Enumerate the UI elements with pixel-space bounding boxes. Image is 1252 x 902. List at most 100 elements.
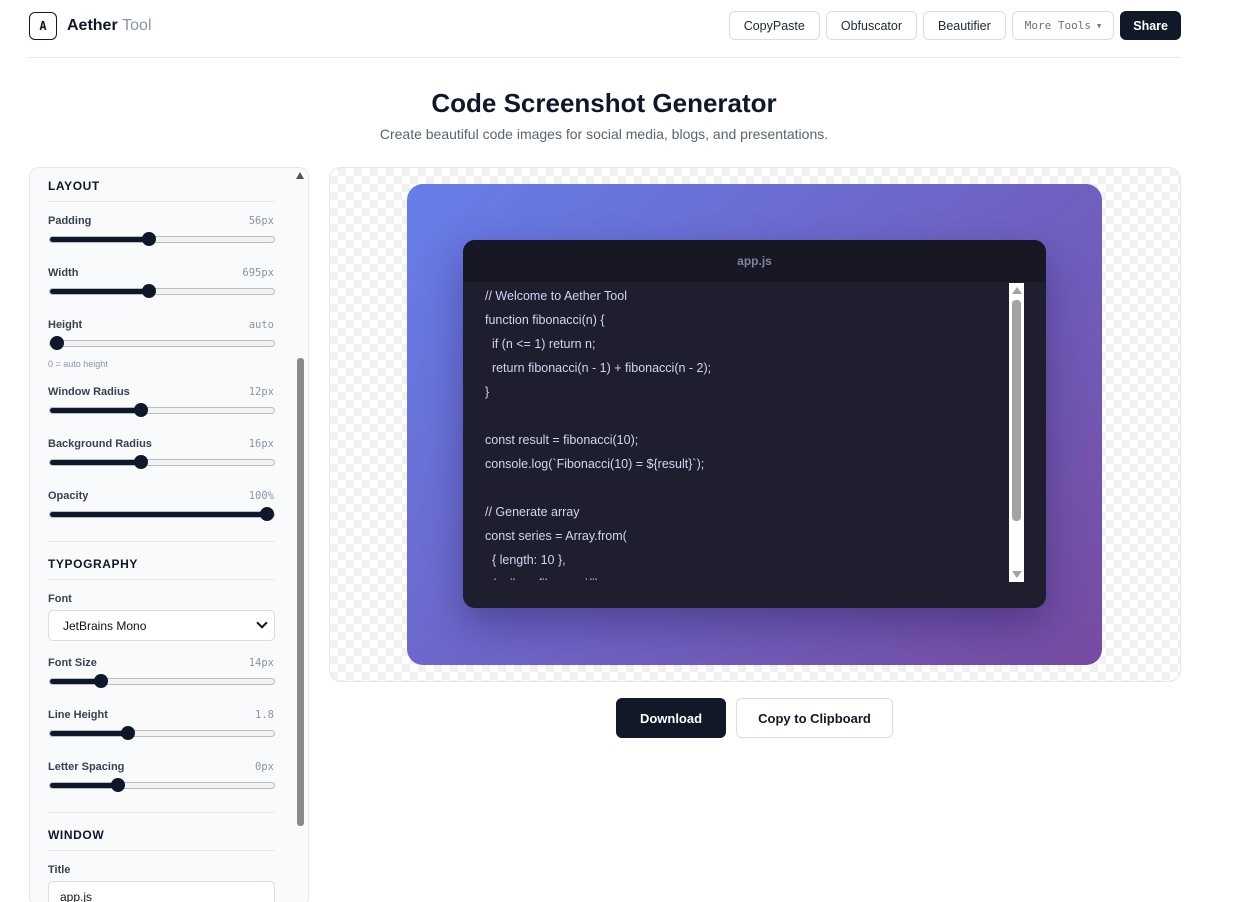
opacity-value: 100% xyxy=(248,490,274,502)
more-tools-label: More Tools xyxy=(1024,19,1092,32)
slider-fill xyxy=(50,289,150,294)
brand-name[interactable]: Aether Tool xyxy=(67,17,152,35)
opacity-slider[interactable] xyxy=(49,507,275,521)
opacity-label: Opacity xyxy=(48,490,89,502)
letter-spacing-slider[interactable] xyxy=(49,778,275,792)
height-label: Height xyxy=(48,319,83,331)
code-line: // Welcome to Aether Tool xyxy=(485,289,627,303)
page-title: Code Screenshot Generator xyxy=(431,88,777,118)
slider-fill xyxy=(50,460,141,465)
width-label: Width xyxy=(48,267,79,279)
code-line: const series = Array.from( xyxy=(485,529,627,543)
title-input[interactable]: app.js xyxy=(48,881,275,902)
settings-sidebar: LAYOUT Padding 56px Width 695px Height a… xyxy=(29,167,309,902)
share-button[interactable]: Share xyxy=(1120,11,1181,40)
sidebar-scrollbar-thumb[interactable] xyxy=(297,358,304,826)
padding-value: 56px xyxy=(248,215,274,227)
window-radius-value: 12px xyxy=(248,386,274,398)
divider xyxy=(48,812,275,813)
code-line: if (n <= 1) return n; xyxy=(485,337,596,351)
background-radius-slider[interactable] xyxy=(49,455,275,469)
font-select[interactable]: JetBrains Mono xyxy=(48,610,275,641)
line-height-value: 1.8 xyxy=(255,709,274,721)
slider-thumb[interactable] xyxy=(94,674,109,688)
scroll-up-icon[interactable] xyxy=(1012,287,1022,294)
title-field-label: Title xyxy=(48,864,71,876)
font-size-label: Font Size xyxy=(48,657,97,669)
width-slider[interactable] xyxy=(49,284,275,298)
chevron-down-icon xyxy=(256,617,268,629)
preview-canvas: app.js // Welcome to Aether Tool function… xyxy=(329,167,1181,682)
top-nav: CopyPaste Obfuscator Beautifier More Too… xyxy=(728,11,1181,40)
background-radius-value: 16px xyxy=(248,438,274,450)
slider-thumb[interactable] xyxy=(142,284,157,298)
window-radius-label: Window Radius xyxy=(48,386,130,398)
top-header: A Aether Tool CopyPaste Obfuscator Beaut… xyxy=(29,0,1181,58)
obfuscator-button[interactable]: Obfuscator xyxy=(825,11,917,40)
copypaste-button[interactable]: CopyPaste xyxy=(728,11,820,40)
code-line: { length: 10 }, xyxy=(485,553,566,567)
download-button[interactable]: Download xyxy=(616,698,726,738)
slider-thumb[interactable] xyxy=(260,507,274,521)
slider-fill xyxy=(50,237,150,242)
width-value: 695px xyxy=(242,267,274,279)
window-radius-slider[interactable] xyxy=(49,403,275,417)
window-titlebar: app.js xyxy=(463,240,1046,282)
slider-thumb[interactable] xyxy=(142,232,157,246)
beautifier-button[interactable]: Beautifier xyxy=(922,11,1006,40)
divider xyxy=(48,850,275,851)
code-scrollbar-thumb[interactable] xyxy=(1012,300,1021,521)
brand-sub: Tool xyxy=(122,17,152,34)
line-height-label: Line Height xyxy=(48,709,108,721)
slider-thumb[interactable] xyxy=(134,455,148,469)
slider-fill xyxy=(50,731,129,736)
page-subtitle: Create beautiful code images for social … xyxy=(379,126,829,142)
code-line: // Generate array xyxy=(485,505,580,519)
logo[interactable]: A xyxy=(29,12,57,40)
letter-spacing-value: 0px xyxy=(255,761,274,773)
code-line: (_, i) => fibonacci(i) xyxy=(485,572,1005,580)
height-hint: 0 = auto height xyxy=(48,359,108,369)
slider-thumb[interactable] xyxy=(134,403,148,417)
slider-fill xyxy=(50,408,141,413)
font-select-value: JetBrains Mono xyxy=(63,618,147,633)
slider-fill xyxy=(50,512,267,517)
more-tools-dropdown[interactable]: More Tools ▼ xyxy=(1011,11,1115,40)
slider-thumb[interactable] xyxy=(121,726,136,740)
background-radius-label: Background Radius xyxy=(48,438,152,450)
gradient-background: app.js // Welcome to Aether Tool function… xyxy=(407,184,1102,665)
line-height-slider[interactable] xyxy=(49,726,275,740)
font-size-value: 14px xyxy=(248,657,274,669)
letter-spacing-label: Letter Spacing xyxy=(48,761,125,773)
slider-fill xyxy=(50,783,118,788)
height-slider[interactable] xyxy=(49,336,275,350)
slider-thumb[interactable] xyxy=(110,778,125,792)
divider xyxy=(48,541,275,542)
font-label: Font xyxy=(48,593,72,605)
code-line: console.log(`Fibonacci(10) = ${result}`)… xyxy=(485,457,705,471)
typography-heading: TYPOGRAPHY xyxy=(48,557,139,571)
brand-main: Aether xyxy=(67,17,118,34)
code-line: function fibonacci(n) { xyxy=(485,313,605,327)
copy-to-clipboard-button[interactable]: Copy to Clipboard xyxy=(736,698,893,738)
code-line: const result = fibonacci(10); xyxy=(485,433,639,447)
font-size-slider[interactable] xyxy=(49,674,275,688)
window-title: app.js xyxy=(737,254,772,268)
code-window: app.js // Welcome to Aether Tool function… xyxy=(463,240,1046,608)
code-area[interactable]: // Welcome to Aether Tool function fibona… xyxy=(485,284,1005,580)
code-scrollbar[interactable] xyxy=(1009,283,1024,582)
divider xyxy=(48,201,275,202)
code-line: return fibonacci(n - 1) + fibonacci(n - … xyxy=(485,361,712,375)
padding-label: Padding xyxy=(48,215,92,227)
window-heading: WINDOW xyxy=(48,828,105,842)
divider xyxy=(48,579,275,580)
scroll-down-icon[interactable] xyxy=(1012,571,1022,578)
code-line: } xyxy=(485,385,490,399)
padding-slider[interactable] xyxy=(49,232,275,246)
height-value: auto xyxy=(248,319,274,331)
caret-down-icon: ▼ xyxy=(1097,21,1102,30)
scroll-up-icon[interactable] xyxy=(296,172,304,179)
slider-thumb[interactable] xyxy=(50,336,64,350)
